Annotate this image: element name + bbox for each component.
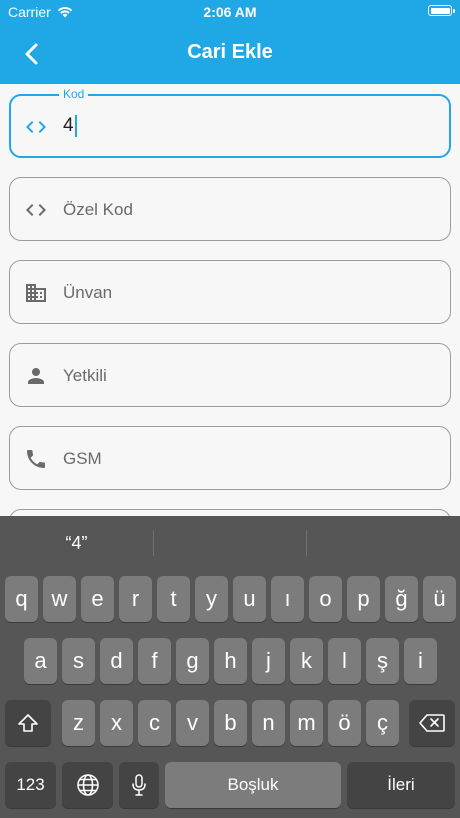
key-j[interactable]: j <box>252 638 285 684</box>
key-b[interactable]: b <box>214 700 247 746</box>
key-t[interactable]: t <box>157 576 190 622</box>
key-s-cedilla[interactable]: ş <box>366 638 399 684</box>
battery-level <box>430 7 450 14</box>
key-e[interactable]: e <box>81 576 114 622</box>
numbers-key[interactable]: 123 <box>5 762 56 808</box>
key-m[interactable]: m <box>290 700 323 746</box>
shift-key[interactable] <box>5 700 51 746</box>
space-key[interactable]: Boşluk <box>165 762 341 808</box>
suggestion-bar: “4” <box>0 516 460 570</box>
key-o[interactable]: o <box>309 576 342 622</box>
shift-icon <box>18 714 38 732</box>
page-title: Cari Ekle <box>187 41 273 63</box>
key-u-umlaut[interactable]: ü <box>423 576 456 622</box>
key-n[interactable]: n <box>252 700 285 746</box>
code-field-label: Kod <box>59 87 89 101</box>
key-d[interactable]: d <box>100 638 133 684</box>
key-i[interactable]: i <box>404 638 437 684</box>
code-field-value[interactable]: 4 <box>63 115 77 137</box>
key-g[interactable]: g <box>176 638 209 684</box>
key-q[interactable]: q <box>5 576 38 622</box>
code-icon <box>26 204 46 216</box>
key-r[interactable]: r <box>119 576 152 622</box>
key-y[interactable]: y <box>195 576 228 622</box>
suggestion-3[interactable] <box>307 516 460 570</box>
return-key[interactable]: İleri <box>347 762 455 808</box>
building-icon <box>26 284 46 302</box>
key-c-cedilla[interactable]: ç <box>366 700 399 746</box>
special-code-placeholder: Özel Kod <box>63 200 133 219</box>
dictation-key[interactable] <box>119 762 159 808</box>
phone-icon <box>27 450 45 468</box>
code-field[interactable]: Kod 4 <box>9 87 451 158</box>
person-icon <box>28 368 44 384</box>
suggestion-2[interactable] <box>154 516 307 570</box>
key-dotless-i[interactable]: ı <box>271 576 304 622</box>
battery-icon <box>428 5 455 16</box>
suggestion-1[interactable]: “4” <box>0 516 153 570</box>
status-bar: Carrier 2:06 AM <box>0 0 460 24</box>
key-z[interactable]: z <box>62 700 95 746</box>
contact-person-field[interactable]: Yetkili <box>9 343 451 407</box>
contact-person-placeholder: Yetkili <box>63 366 107 385</box>
key-l[interactable]: l <box>328 638 361 684</box>
special-code-field[interactable]: Özel Kod <box>9 177 451 241</box>
gsm-placeholder: GSM <box>63 449 102 468</box>
key-v[interactable]: v <box>176 700 209 746</box>
globe-key[interactable] <box>62 762 113 808</box>
delete-key[interactable] <box>409 700 455 746</box>
key-g-breve[interactable]: ğ <box>385 576 418 622</box>
globe-icon <box>76 774 99 796</box>
title-placeholder: Ünvan <box>63 283 113 302</box>
key-s[interactable]: s <box>62 638 95 684</box>
key-w[interactable]: w <box>43 576 76 622</box>
key-x[interactable]: x <box>100 700 133 746</box>
navigation-bar: Cari Ekle <box>0 24 460 84</box>
gsm-field[interactable]: GSM <box>9 426 451 490</box>
key-o-umlaut[interactable]: ö <box>328 700 361 746</box>
text-cursor <box>74 115 77 137</box>
microphone-icon <box>132 774 146 796</box>
title-field[interactable]: Ünvan <box>9 260 451 324</box>
key-p[interactable]: p <box>347 576 380 622</box>
key-k[interactable]: k <box>290 638 323 684</box>
status-time: 2:06 AM <box>203 4 257 20</box>
key-h[interactable]: h <box>214 638 247 684</box>
key-f[interactable]: f <box>138 638 171 684</box>
backspace-icon <box>419 714 445 732</box>
key-a[interactable]: a <box>24 638 57 684</box>
keyboard: “4” q w e r t y u ı o p ğ ü a s d f g h … <box>0 516 460 818</box>
key-u[interactable]: u <box>233 576 266 622</box>
code-icon <box>26 121 46 133</box>
key-c[interactable]: c <box>138 700 171 746</box>
